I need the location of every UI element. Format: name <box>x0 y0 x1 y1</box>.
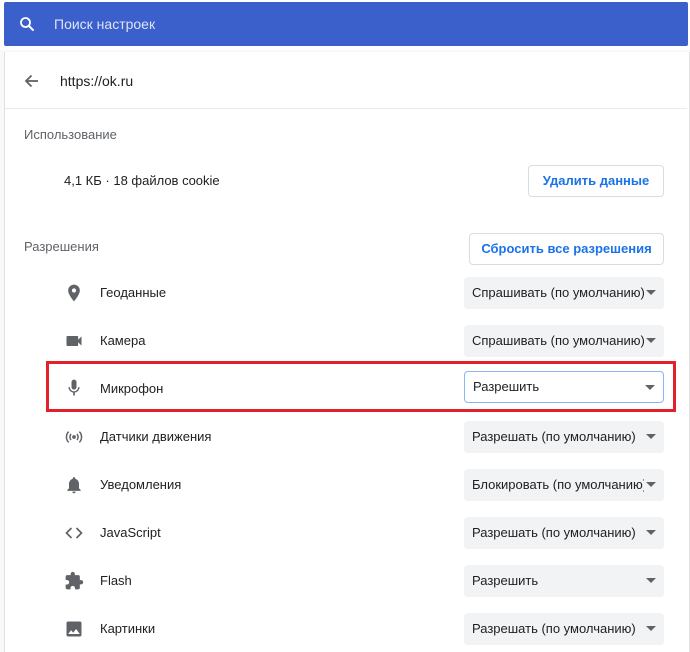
back-arrow-icon[interactable] <box>24 73 40 89</box>
camera-icon <box>66 336 82 346</box>
image-icon <box>66 621 82 637</box>
notifications-permission-select[interactable]: Блокировать (по умолчанию) <box>464 469 664 501</box>
bell-icon <box>67 477 81 494</box>
microphone-row-highlight <box>46 361 676 412</box>
site-url: https://ok.ru <box>60 73 134 89</box>
select-value: Блокировать (по умолчанию) <box>472 477 644 492</box>
dropdown-arrow-icon <box>646 434 656 439</box>
dropdown-arrow-icon <box>646 626 656 631</box>
usage-summary: 4,1 КБ · 18 файлов cookie <box>64 173 220 188</box>
top-bar: Поиск настроек <box>0 0 690 50</box>
permission-label-camera: Камера <box>100 333 146 348</box>
location-permission-select[interactable]: Спрашивать (по умолчанию) <box>464 277 664 309</box>
search-icon <box>20 17 34 31</box>
motion-sensors-icon <box>65 431 83 443</box>
camera-permission-select[interactable]: Спрашивать (по умолчанию) <box>464 325 664 357</box>
images-permission-select[interactable]: Разрешать (по умолчанию) <box>464 613 664 645</box>
javascript-permission-select[interactable]: Разрешать (по умолчанию) <box>464 517 664 549</box>
select-value: Спрашивать (по умолчанию) <box>472 333 644 348</box>
select-value: Разрешать (по умолчанию) <box>472 621 636 636</box>
permission-label-location: Геоданные <box>100 285 167 300</box>
dropdown-arrow-icon <box>646 530 656 535</box>
search-bar[interactable]: Поиск настроек <box>4 2 688 46</box>
clear-data-button[interactable]: Удалить данные <box>528 165 664 197</box>
permission-label-motion-sensors: Датчики движения <box>100 429 212 444</box>
select-value: Разрешать (по умолчанию) <box>472 429 636 444</box>
flash-permission-select[interactable]: Разрешить <box>464 565 664 597</box>
location-icon <box>68 284 80 302</box>
permission-label-notifications: Уведомления <box>100 477 182 492</box>
divider <box>5 108 687 109</box>
code-icon <box>65 527 83 539</box>
select-value: Разрешать (по умолчанию) <box>472 525 636 540</box>
reset-permissions-button[interactable]: Сбросить все разрешения <box>469 233 664 265</box>
dropdown-arrow-icon <box>646 290 656 295</box>
search-input[interactable]: Поиск настроек <box>54 16 155 32</box>
select-value: Разрешить <box>472 573 539 588</box>
permission-label-images: Картинки <box>100 621 156 636</box>
usage-section-title: Использование <box>24 127 117 142</box>
dropdown-arrow-icon <box>646 482 656 487</box>
dropdown-arrow-icon <box>646 338 656 343</box>
motion-sensors-permission-select[interactable]: Разрешать (по умолчанию) <box>464 421 664 453</box>
permission-label-flash: Flash <box>100 573 132 588</box>
dropdown-arrow-icon <box>646 578 656 583</box>
puzzle-icon <box>65 571 84 590</box>
permissions-section-title: Разрешения <box>24 239 99 254</box>
select-value: Спрашивать (по умолчанию) <box>472 285 644 300</box>
permission-label-javascript: JavaScript <box>100 525 161 540</box>
